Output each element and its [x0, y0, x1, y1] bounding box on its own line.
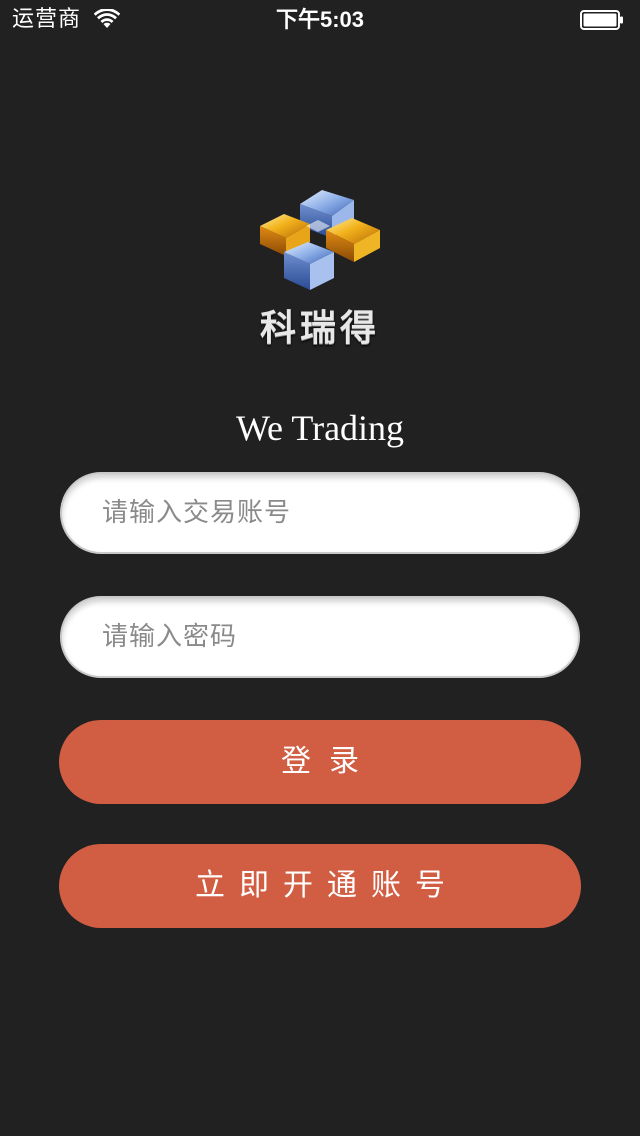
login-screen: 运营商 下午5:03 科瑞得 We Trading 请输入交易账号 登录 立即开… [0, 0, 640, 1136]
brand-name: 科瑞得 [259, 308, 380, 349]
status-bar: 运营商 下午5:03 [0, 0, 640, 40]
tagline: We Trading [235, 408, 405, 448]
keruide-logo-icon [256, 186, 384, 302]
account-input[interactable] [102, 474, 542, 552]
password-input[interactable] [102, 598, 542, 676]
battery-icon [580, 10, 624, 30]
login-button[interactable]: 登录 [59, 720, 581, 804]
password-field[interactable] [60, 596, 580, 678]
open-account-button[interactable]: 立即开通账号 [59, 844, 581, 928]
account-field[interactable] [60, 472, 580, 554]
clock-label: 下午5:03 [275, 7, 365, 32]
